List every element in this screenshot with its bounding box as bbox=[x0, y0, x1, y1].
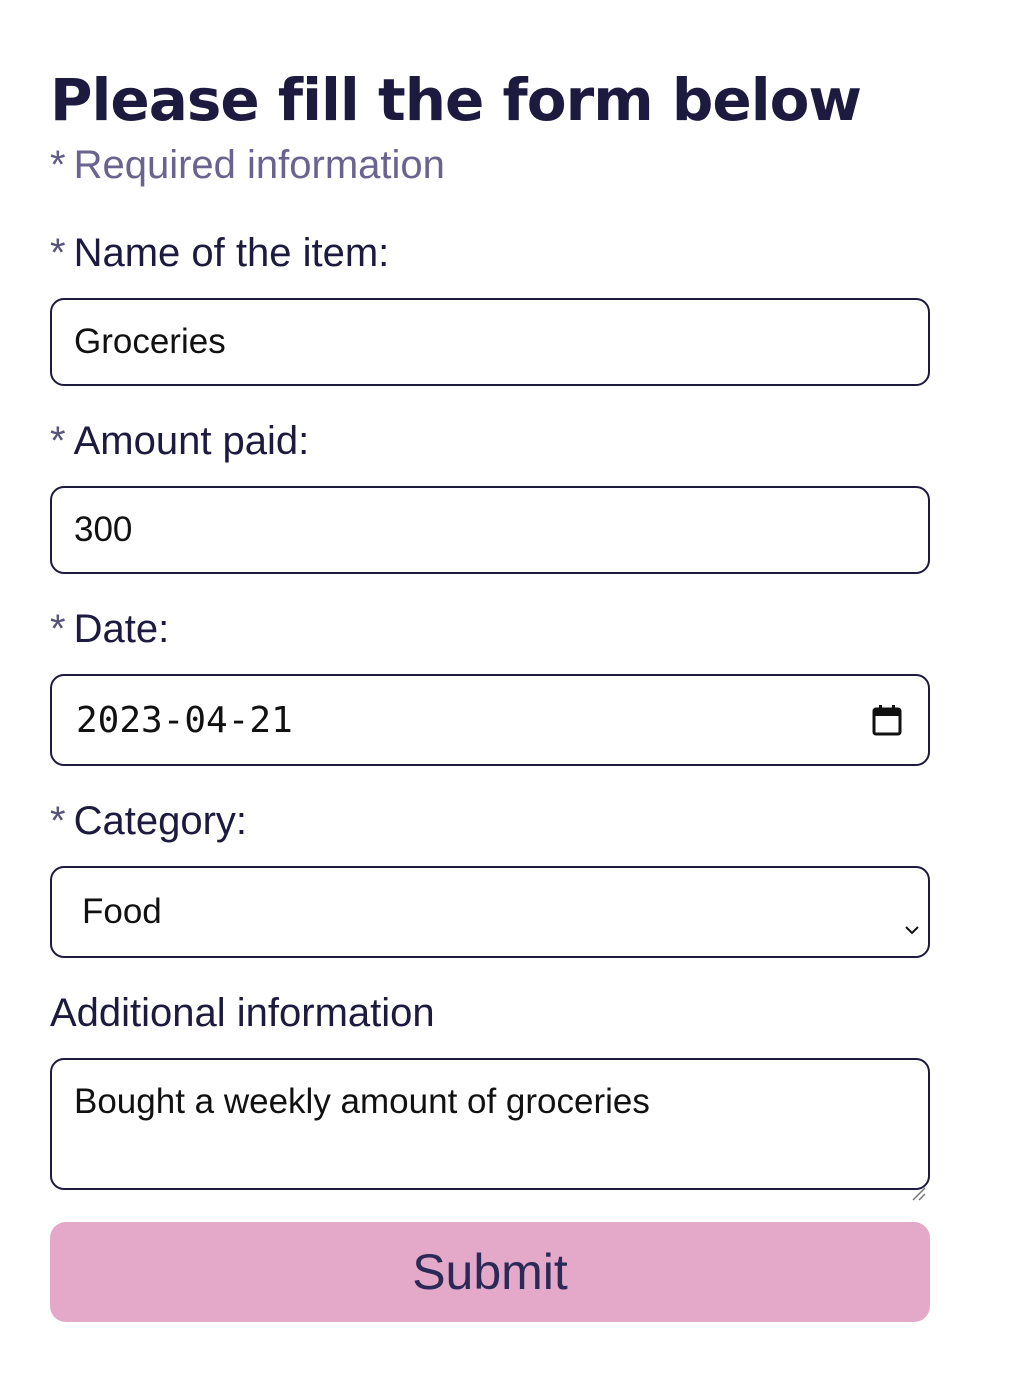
date-label: * Date: bbox=[50, 606, 930, 652]
amount-label-text: Amount paid: bbox=[73, 419, 310, 463]
calendar-icon[interactable] bbox=[872, 704, 902, 736]
category-label: * Category: bbox=[50, 798, 930, 844]
category-value: Food bbox=[82, 892, 162, 931]
chevron-down-icon bbox=[904, 906, 920, 935]
amount-label: * Amount paid: bbox=[50, 418, 930, 464]
additional-info-label: Additional information bbox=[50, 990, 930, 1036]
required-asterisk: * bbox=[50, 799, 66, 843]
resize-handle-icon[interactable] bbox=[910, 1170, 926, 1201]
required-note: * Required information bbox=[50, 142, 930, 188]
date-input[interactable]: 2023-04-21 bbox=[50, 674, 930, 766]
date-label-text: Date: bbox=[73, 607, 170, 651]
required-asterisk: * bbox=[50, 231, 66, 275]
category-label-text: Category: bbox=[73, 799, 247, 843]
required-asterisk: * bbox=[50, 607, 66, 651]
submit-button[interactable]: Submit bbox=[50, 1222, 930, 1322]
name-label: * Name of the item: bbox=[50, 230, 930, 276]
category-select[interactable]: Food bbox=[50, 866, 930, 958]
page-title: Please fill the form below bbox=[50, 66, 862, 134]
additional-info-textarea[interactable]: Bought a weekly amount of groceries bbox=[50, 1058, 930, 1201]
amount-value: 300 bbox=[74, 510, 133, 549]
item-name-input[interactable]: Groceries bbox=[50, 298, 930, 386]
required-note-text: Required information bbox=[73, 143, 445, 187]
name-label-text: Name of the item: bbox=[73, 231, 390, 275]
date-value: 2023-04-21 bbox=[76, 699, 293, 741]
required-asterisk: * bbox=[50, 143, 66, 187]
item-name-value: Groceries bbox=[74, 322, 226, 361]
additional-info-value: Bought a weekly amount of groceries bbox=[74, 1082, 650, 1121]
expense-form: Please fill the form below * Required inf… bbox=[50, 62, 930, 1322]
amount-input[interactable]: 300 bbox=[50, 486, 930, 574]
additional-info-label-text: Additional information bbox=[50, 991, 435, 1035]
required-asterisk: * bbox=[50, 419, 66, 463]
